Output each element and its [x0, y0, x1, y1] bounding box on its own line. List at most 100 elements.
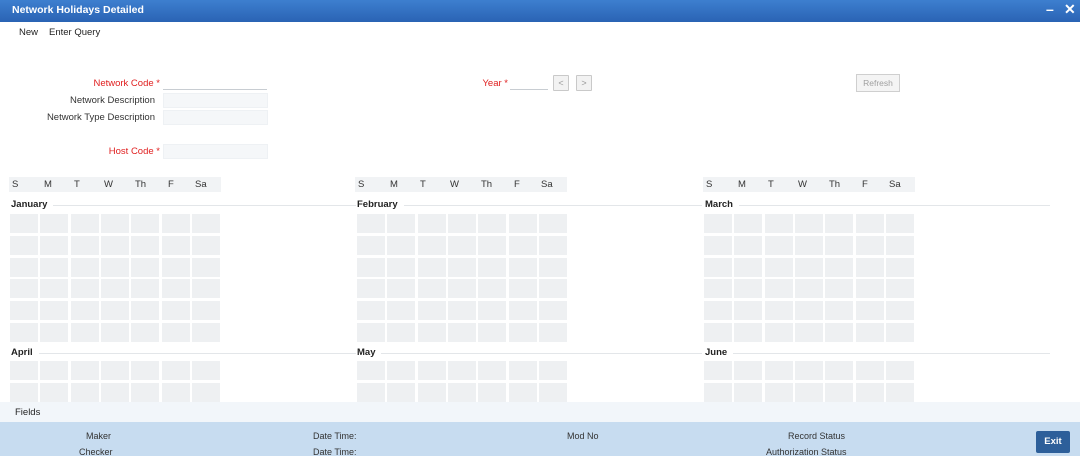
day-cell[interactable] [508, 323, 537, 342]
day-cell[interactable] [825, 257, 854, 277]
day-cell[interactable] [825, 361, 854, 380]
day-cell[interactable] [885, 361, 914, 380]
day-cell[interactable] [447, 361, 476, 380]
day-cell[interactable] [131, 235, 160, 255]
day-cell[interactable] [191, 301, 220, 321]
day-cell[interactable] [100, 382, 129, 402]
day-cell[interactable] [508, 214, 537, 233]
day-cell[interactable] [478, 301, 507, 321]
day-cell[interactable] [855, 361, 884, 380]
day-cell[interactable] [704, 382, 732, 402]
day-cell[interactable] [704, 301, 732, 321]
day-cell[interactable] [10, 361, 38, 380]
day-cell[interactable] [704, 235, 732, 255]
day-cell[interactable] [764, 214, 793, 233]
day-cell[interactable] [447, 235, 476, 255]
exit-button[interactable]: Exit [1036, 431, 1070, 453]
next-year-button[interactable]: > [576, 75, 592, 91]
day-cell[interactable] [357, 323, 385, 342]
day-cell[interactable] [794, 214, 823, 233]
day-cell[interactable] [100, 257, 129, 277]
day-cell[interactable] [70, 235, 99, 255]
day-cell[interactable] [447, 279, 476, 299]
day-cell[interactable] [478, 361, 507, 380]
day-cell[interactable] [794, 257, 823, 277]
day-cell[interactable] [387, 279, 416, 299]
day-cell[interactable] [10, 235, 38, 255]
day-cell[interactable] [825, 214, 854, 233]
refresh-button[interactable]: Refresh [856, 74, 900, 92]
day-cell[interactable] [70, 214, 99, 233]
close-icon[interactable]: ✕ [1064, 1, 1076, 18]
day-cell[interactable] [855, 257, 884, 277]
day-cell[interactable] [447, 382, 476, 402]
year-input[interactable] [510, 77, 548, 90]
day-cell[interactable] [70, 323, 99, 342]
day-cell[interactable] [100, 323, 129, 342]
day-cell[interactable] [764, 301, 793, 321]
day-cell[interactable] [478, 323, 507, 342]
day-cell[interactable] [734, 323, 763, 342]
day-cell[interactable] [794, 361, 823, 380]
new-button[interactable]: New [19, 27, 38, 38]
day-cell[interactable] [885, 257, 914, 277]
day-cell[interactable] [538, 279, 567, 299]
day-cell[interactable] [10, 257, 38, 277]
day-cell[interactable] [131, 361, 160, 380]
day-cell[interactable] [885, 279, 914, 299]
day-cell[interactable] [704, 214, 732, 233]
day-cell[interactable] [10, 279, 38, 299]
day-cell[interactable] [357, 235, 385, 255]
day-cell[interactable] [131, 257, 160, 277]
day-cell[interactable] [538, 382, 567, 402]
day-cell[interactable] [161, 301, 190, 321]
network-code-input[interactable] [163, 77, 267, 90]
day-cell[interactable] [40, 235, 69, 255]
day-cell[interactable] [447, 301, 476, 321]
day-cell[interactable] [478, 257, 507, 277]
day-cell[interactable] [447, 214, 476, 233]
day-cell[interactable] [40, 214, 69, 233]
day-cell[interactable] [538, 214, 567, 233]
day-cell[interactable] [825, 279, 854, 299]
day-cell[interactable] [387, 323, 416, 342]
day-cell[interactable] [387, 361, 416, 380]
day-cell[interactable] [131, 382, 160, 402]
day-cell[interactable] [538, 235, 567, 255]
day-cell[interactable] [191, 361, 220, 380]
day-cell[interactable] [40, 361, 69, 380]
day-cell[interactable] [478, 279, 507, 299]
day-cell[interactable] [161, 257, 190, 277]
day-cell[interactable] [508, 235, 537, 255]
day-cell[interactable] [100, 301, 129, 321]
day-cell[interactable] [191, 382, 220, 402]
day-cell[interactable] [100, 361, 129, 380]
day-cell[interactable] [417, 382, 446, 402]
day-cell[interactable] [161, 235, 190, 255]
day-cell[interactable] [357, 279, 385, 299]
fields-tab[interactable]: Fields [15, 407, 40, 418]
day-cell[interactable] [855, 301, 884, 321]
day-cell[interactable] [161, 279, 190, 299]
day-cell[interactable] [764, 382, 793, 402]
day-cell[interactable] [794, 235, 823, 255]
day-cell[interactable] [734, 361, 763, 380]
day-cell[interactable] [855, 279, 884, 299]
day-cell[interactable] [447, 257, 476, 277]
day-cell[interactable] [417, 301, 446, 321]
day-cell[interactable] [855, 214, 884, 233]
enter-query-button[interactable]: Enter Query [49, 27, 100, 38]
day-cell[interactable] [764, 323, 793, 342]
day-cell[interactable] [417, 323, 446, 342]
day-cell[interactable] [70, 361, 99, 380]
day-cell[interactable] [357, 382, 385, 402]
day-cell[interactable] [764, 257, 793, 277]
day-cell[interactable] [885, 301, 914, 321]
day-cell[interactable] [825, 235, 854, 255]
day-cell[interactable] [704, 323, 732, 342]
day-cell[interactable] [734, 279, 763, 299]
day-cell[interactable] [417, 279, 446, 299]
day-cell[interactable] [794, 279, 823, 299]
day-cell[interactable] [417, 257, 446, 277]
day-cell[interactable] [40, 323, 69, 342]
